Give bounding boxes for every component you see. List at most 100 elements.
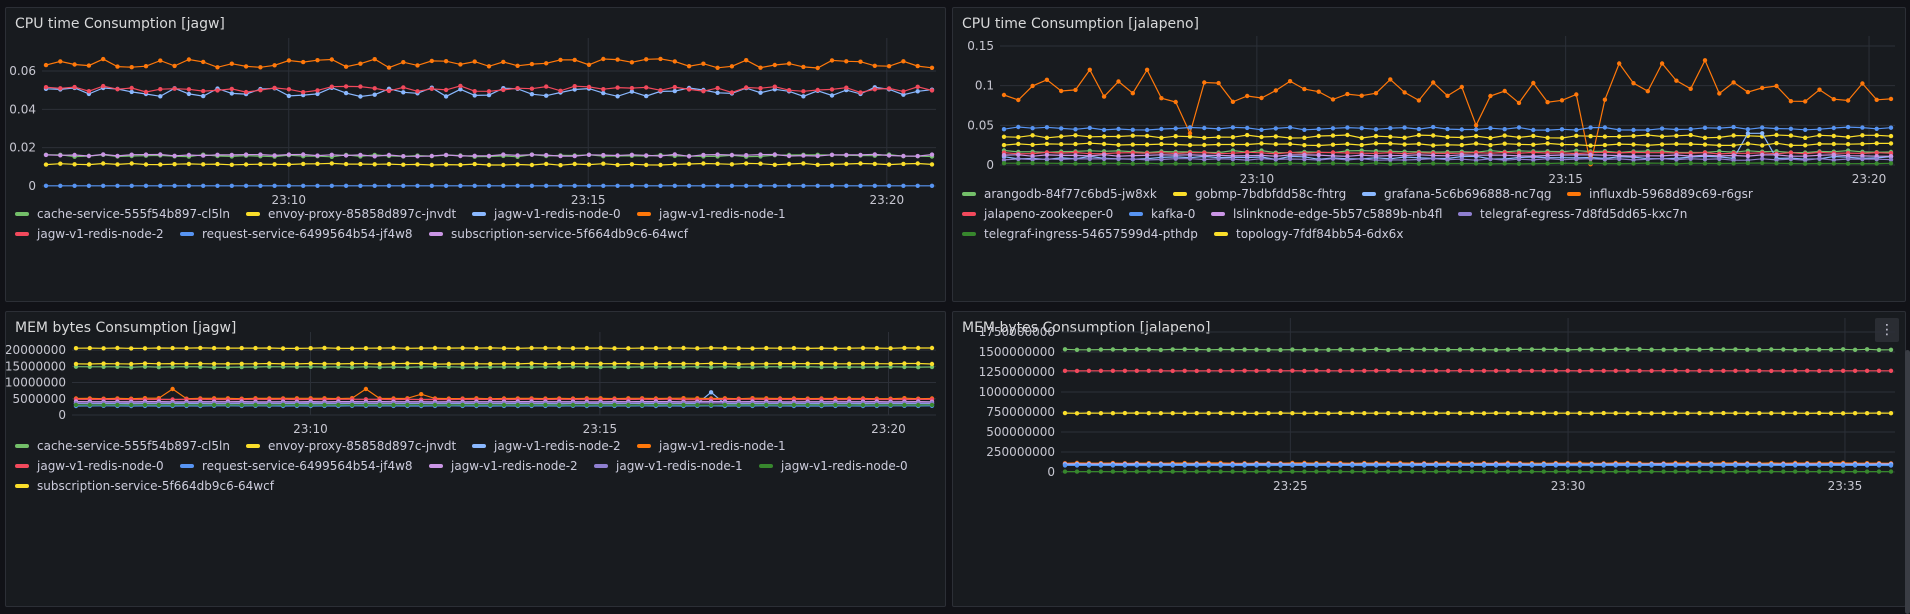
data-point [1216,161,1221,166]
data-point [198,361,203,366]
data-point [1488,135,1493,141]
data-point [1445,126,1450,132]
data-point [1577,347,1582,352]
y-tick-label: 1250000000 [979,365,1055,379]
legend-item[interactable]: jalapeno-zookeeper-0 [962,207,1113,221]
data-point [1445,347,1451,352]
data-point [1888,141,1894,146]
legend-item[interactable]: telegraf-ingress-54657599d4-pthdp [962,227,1198,241]
data-point [258,65,263,70]
data-point [1402,135,1407,140]
data-point [1242,368,1247,373]
legend-item[interactable]: cache-service-555f54b897-cl5ln [15,439,230,453]
data-point [658,183,663,188]
data-point [201,59,206,65]
data-point [1631,161,1636,166]
legend-item[interactable]: envoy-proxy-85858d897c-jnvdt [246,207,456,221]
data-point [1831,152,1836,157]
data-point [1302,86,1307,92]
data-point [372,162,377,167]
data-point [405,365,410,370]
legend-item[interactable]: telegraf-egress-7d8fd5dd65-kxc7n [1458,207,1687,221]
data-point [1637,347,1642,352]
data-point [101,346,106,351]
data-point [1602,142,1608,148]
data-point [72,183,77,188]
data-point [87,345,93,351]
data-point [1098,368,1104,373]
legend-item[interactable]: gobmp-7bdbfdd58c-fhtrg [1173,187,1346,201]
data-point [1130,156,1135,162]
data-point [777,346,783,351]
data-point [1062,410,1068,416]
data-point [1373,160,1379,166]
legend-item[interactable]: envoy-proxy-85858d897c-jnvdt [246,439,456,453]
data-point [1330,161,1336,166]
data-point [1302,411,1307,416]
data-point [1473,161,1479,166]
legend-item[interactable]: request-service-6499564b54-jf4w8 [180,227,413,241]
legend-item[interactable]: arangodb-84f77c6bd5-jw8xk [962,187,1157,201]
data-point [1326,411,1331,416]
legend-item[interactable]: jagw-v1-redis-node-0 [15,459,164,473]
data-point [73,346,79,351]
data-point [1697,368,1702,373]
mem-jalapeno-chart[interactable]: 0 250000000 500000000 750000000 1000000000 12… [953,312,1906,607]
legend-item[interactable]: cache-service-555f54b897-cl5ln [15,207,230,221]
data-point [143,89,149,95]
data-point [401,183,406,188]
data-point [1259,161,1264,166]
data-point [1545,141,1550,146]
legend-item[interactable]: jagw-v1-redis-node-1 [594,459,743,473]
legend-item[interactable]: lslinknode-edge-5b57c5889b-nb4fl [1211,207,1442,221]
data-point [1087,156,1092,162]
data-point [301,183,306,188]
legend-label: jagw-v1-redis-node-0 [494,207,621,221]
data-point [86,162,92,167]
data-point [1302,347,1307,353]
data-point [115,183,120,188]
legend-item[interactable]: request-service-6499564b54-jf4w8 [180,459,413,473]
data-point [558,183,563,188]
data-point [1745,153,1751,159]
data-point [1589,469,1594,474]
data-point [142,361,148,366]
x-tick-label: 23:20 [871,422,906,436]
data-point [1410,347,1415,352]
data-point [1637,411,1642,416]
legend-item[interactable]: jagw-v1-redis-node-0 [472,207,621,221]
data-point [874,345,879,351]
legend-item[interactable]: grafana-5c6b696888-nc7qg [1362,187,1551,201]
data-point [819,345,824,351]
data-point [815,162,820,167]
legend-item[interactable]: jagw-v1-redis-node-2 [429,459,578,473]
data-point [1559,135,1565,141]
data-point [405,402,410,408]
data-point [1574,127,1579,133]
legend-item[interactable]: jagw-v1-redis-node-2 [472,439,621,453]
legend-item[interactable]: jagw-v1-redis-node-1 [637,207,786,221]
data-point [1888,463,1894,468]
data-point [1553,463,1558,468]
data-point [172,183,177,188]
data-point [1516,161,1522,166]
data-point [1230,142,1236,147]
legend-item[interactable]: jagw-v1-redis-node-0 [759,459,908,473]
legend-item[interactable]: influxdb-5968d89c69-r6gsr [1567,187,1753,201]
legend-item[interactable]: jagw-v1-redis-node-1 [637,439,786,453]
page-scrollbar[interactable] [1905,350,1910,614]
cpu-jalapeno-chart[interactable]: 0 0.05 0.1 0.15 23:10 23:15 23:20 [953,8,1906,302]
data-point [1702,142,1708,147]
cpu-jagw-chart[interactable]: 0 0.02 0.04 0.06 23:10 23:15 23:20 [6,8,946,302]
data-point [658,153,663,159]
data-point [584,402,589,408]
legend-item[interactable]: kafka-0 [1129,207,1195,221]
data-point [286,183,292,188]
legend-item[interactable]: jagw-v1-redis-node-2 [15,227,164,241]
data-point [1187,161,1193,166]
legend-item[interactable]: topology-7fdf84bb54-6dx6x [1214,227,1403,241]
data-point [1661,463,1666,468]
legend-item[interactable]: subscription-service-5f664db9c6-64wcf [429,227,688,241]
legend-item[interactable]: subscription-service-5f664db9c6-64wcf [15,479,274,493]
data-point [1290,469,1295,474]
